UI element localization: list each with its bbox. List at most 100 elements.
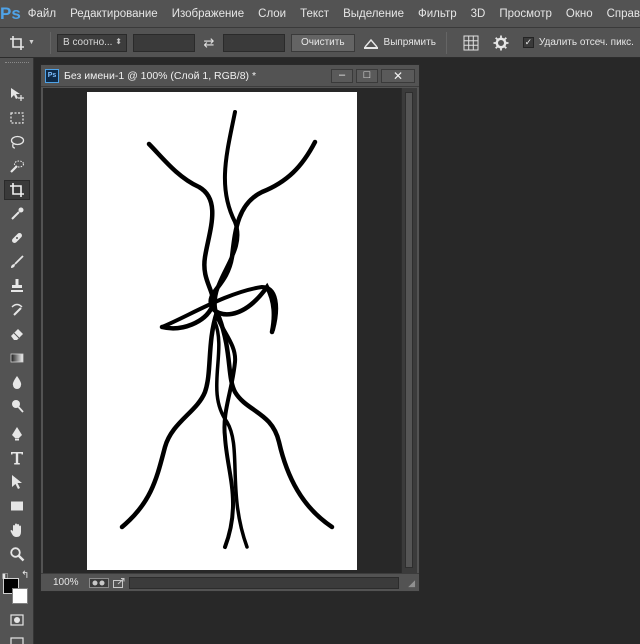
eraser-tool[interactable] xyxy=(4,324,30,344)
swap-icon[interactable]: ⇄ xyxy=(198,34,220,52)
menu-3d[interactable]: 3D xyxy=(464,8,493,20)
divider xyxy=(50,31,51,54)
zoom-icon xyxy=(10,547,25,562)
menu-view[interactable]: Просмотр xyxy=(492,8,559,20)
color-swatches: ◧ ↰ xyxy=(2,570,32,608)
tools-panel: ◧ ↰ xyxy=(0,58,34,644)
lasso-icon xyxy=(10,135,25,149)
window-controls: – □ ✕ xyxy=(331,68,415,83)
path-selection-icon xyxy=(12,475,22,489)
delete-cropped-pixels-option[interactable]: ✓ Удалить отсеч. пикс. xyxy=(522,37,634,48)
photoshop-logo[interactable]: Ps xyxy=(0,0,21,28)
default-colors-icon[interactable]: ◧ xyxy=(2,572,9,580)
type-icon xyxy=(11,452,23,465)
menu-window[interactable]: Окно xyxy=(559,8,600,20)
menu-image[interactable]: Изображение xyxy=(165,8,251,20)
screen-mode-icon xyxy=(10,637,24,644)
crop-tool[interactable] xyxy=(4,180,30,200)
menu-type[interactable]: Текст xyxy=(293,8,336,20)
resize-grip-icon[interactable]: ◢ xyxy=(408,578,415,589)
screen-mode-button[interactable] xyxy=(4,632,30,644)
history-brush-tool[interactable] xyxy=(4,300,30,320)
rectangle-icon xyxy=(11,501,23,511)
straighten-label: Выпрямить xyxy=(383,37,436,48)
panel-grip[interactable] xyxy=(0,58,33,68)
path-selection-tool[interactable] xyxy=(4,472,30,492)
brush-stroke xyxy=(119,309,220,530)
menu-file[interactable]: Файл xyxy=(21,8,63,20)
quick-selection-icon xyxy=(10,160,25,173)
pen-icon xyxy=(12,427,22,441)
crop-icon xyxy=(10,35,25,50)
menu-help[interactable]: Справка xyxy=(600,8,640,20)
clone-stamp-icon xyxy=(11,279,23,292)
hand-icon xyxy=(10,523,21,537)
gradient-tool[interactable] xyxy=(4,348,30,368)
chevron-down-icon: ▼ xyxy=(28,39,35,46)
brush-tool[interactable] xyxy=(4,252,30,272)
straighten-button[interactable]: Выпрямить xyxy=(363,36,436,50)
export-icon[interactable] xyxy=(112,577,125,588)
document-title-bar[interactable]: Ps Без имени-1 @ 100% (Слой 1, RGB/8) * … xyxy=(41,65,419,87)
healing-brush-icon xyxy=(12,233,22,243)
crop-icon xyxy=(10,183,24,197)
document-info-icon[interactable] xyxy=(88,577,109,588)
eyedropper-tool[interactable] xyxy=(4,204,30,224)
close-button[interactable]: ✕ xyxy=(381,68,415,83)
options-bar: ▼ В соотно... ⬍ ⇄ Очистить Выпрямить ✓ У… xyxy=(0,28,640,58)
height-field[interactable] xyxy=(223,33,285,52)
quick-selection-tool[interactable] xyxy=(4,156,30,176)
clone-stamp-tool[interactable] xyxy=(4,276,30,296)
menu-select[interactable]: Выделение xyxy=(336,8,411,20)
quick-mask-button[interactable] xyxy=(4,610,30,630)
clear-button[interactable]: Очистить xyxy=(291,33,355,52)
document-title: Без имени-1 @ 100% (Слой 1, RGB/8) * xyxy=(64,69,257,82)
tool-preset-picker[interactable]: ▼ xyxy=(0,28,44,58)
move-icon xyxy=(11,88,24,101)
move-tool[interactable] xyxy=(4,84,30,104)
vertical-scroll-thumb[interactable] xyxy=(405,92,413,568)
gear-icon[interactable] xyxy=(493,35,509,51)
gradient-icon xyxy=(10,353,24,363)
vertical-scrollbar[interactable] xyxy=(401,88,417,574)
menu-bar: Ps Файл Редактирование Изображение Слои … xyxy=(0,0,640,28)
minimize-button[interactable]: – xyxy=(331,68,353,83)
type-tool[interactable] xyxy=(4,448,30,468)
marquee-icon xyxy=(10,112,24,124)
delete-cropped-pixels-checkbox[interactable]: ✓ xyxy=(522,37,534,48)
hand-tool[interactable] xyxy=(4,520,30,540)
width-field[interactable] xyxy=(133,33,195,52)
healing-brush-tool[interactable] xyxy=(4,228,30,248)
eraser-icon xyxy=(11,329,23,340)
menu-filter[interactable]: Фильтр xyxy=(411,8,464,20)
zoom-tool[interactable] xyxy=(4,544,30,564)
zoom-level[interactable]: 100% xyxy=(53,577,79,588)
photoshop-document-icon: Ps xyxy=(45,68,59,83)
lasso-tool[interactable] xyxy=(4,132,30,152)
menu-edit[interactable]: Редактирование xyxy=(63,8,165,20)
blur-tool[interactable] xyxy=(4,372,30,392)
pen-tool[interactable] xyxy=(4,424,30,444)
blur-icon xyxy=(12,376,22,389)
ratio-select[interactable]: В соотно... ⬍ xyxy=(57,33,127,52)
horizontal-scrollbar[interactable] xyxy=(129,577,399,589)
marquee-tool[interactable] xyxy=(4,108,30,128)
document-status-bar: 100% ◢ xyxy=(41,573,419,591)
rectangle-tool[interactable] xyxy=(4,496,30,516)
maximize-button[interactable]: □ xyxy=(356,68,378,83)
brush-icon xyxy=(11,255,24,268)
background-color-swatch[interactable] xyxy=(12,588,28,604)
brush-stroke xyxy=(146,141,216,331)
overlay-grid-icon[interactable] xyxy=(463,35,479,51)
ratio-select-value: В соотно... xyxy=(63,37,113,48)
up-down-arrows-icon: ⬍ xyxy=(115,36,122,46)
dodge-tool[interactable] xyxy=(4,396,30,416)
divider xyxy=(445,31,447,54)
swap-colors-icon[interactable]: ↰ xyxy=(21,570,29,581)
eyedropper-icon xyxy=(11,207,24,220)
delete-cropped-pixels-label: Удалить отсеч. пикс. xyxy=(538,37,634,48)
dodge-icon xyxy=(12,400,24,413)
menu-layer[interactable]: Слои xyxy=(251,8,293,20)
document-canvas[interactable] xyxy=(87,92,357,570)
canvas-artwork xyxy=(119,110,335,549)
